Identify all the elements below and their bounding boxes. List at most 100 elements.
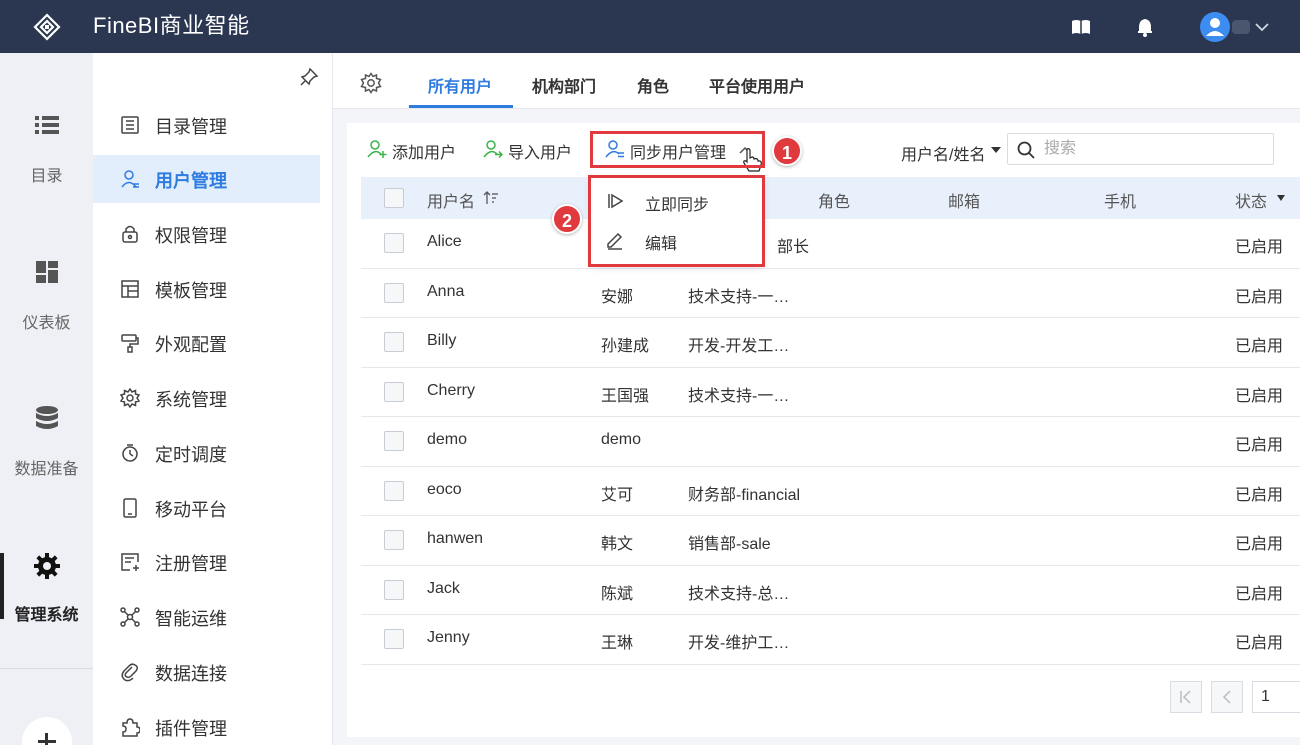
menu-item-directory[interactable]: 目录管理 bbox=[93, 101, 320, 149]
row-checkbox[interactable] bbox=[384, 282, 404, 303]
search-field-select[interactable]: 用户名/姓名 bbox=[901, 141, 985, 165]
menu-item-label: 外观配置 bbox=[155, 335, 227, 355]
lock-icon bbox=[122, 225, 138, 243]
menu-item-ops[interactable]: 智能运维 bbox=[93, 593, 320, 641]
row-checkbox[interactable] bbox=[384, 233, 404, 253]
settings-icon[interactable] bbox=[360, 72, 382, 94]
cell-username: eoco bbox=[427, 480, 462, 498]
table-row[interactable]: Alice 部长 已启用 bbox=[361, 219, 1300, 269]
cell-role: 部长 bbox=[777, 239, 810, 256]
row-checkbox[interactable] bbox=[384, 480, 404, 501]
cell-username: Jenny bbox=[427, 629, 470, 646]
table-row[interactable]: eoco 艾可 财务部-financial 已启用 bbox=[361, 466, 1300, 516]
paint-roller-icon bbox=[121, 334, 139, 353]
first-page-button[interactable] bbox=[1170, 681, 1202, 713]
table-row[interactable]: demo demo 已启用 bbox=[361, 417, 1300, 467]
timer-icon bbox=[122, 444, 138, 462]
row-checkbox[interactable] bbox=[384, 530, 404, 550]
cell-username: Billy bbox=[427, 332, 457, 349]
header-status[interactable]: 状态 bbox=[1235, 188, 1267, 212]
row-checkbox[interactable] bbox=[384, 381, 404, 402]
menu-item-label: 注册管理 bbox=[155, 554, 227, 574]
menu-item-permission[interactable]: 权限管理 bbox=[93, 210, 320, 258]
prev-page-button[interactable] bbox=[1211, 681, 1243, 713]
tab-roles[interactable]: 角色 bbox=[637, 73, 669, 97]
search-box[interactable] bbox=[1007, 133, 1274, 165]
table-row[interactable]: Jenny 王琳 开发-维护工… 已启用 bbox=[361, 615, 1300, 665]
table-row[interactable]: Anna 安娜 技术支持-一… 已启用 bbox=[361, 268, 1300, 318]
row-checkbox[interactable] bbox=[384, 332, 404, 352]
menu-item-user-management[interactable]: 用户管理 bbox=[93, 155, 320, 203]
admin-submenu: 目录管理 用户管理 权限管理 模板管理 外观配置 系统管理 定时调度 移动平台 … bbox=[93, 53, 333, 745]
menu-item-label: 模板管理 bbox=[155, 281, 227, 301]
cell-role: 开发-开发工… bbox=[688, 338, 790, 355]
menu-item-register[interactable]: 注册管理 bbox=[93, 538, 320, 586]
app-title: FineBI商业智能 bbox=[93, 13, 250, 38]
tab-all-users[interactable]: 所有用户 bbox=[428, 73, 492, 97]
rail-item-data-prep[interactable]: 数据准备 bbox=[0, 391, 93, 511]
cell-name: 韩文 bbox=[601, 536, 634, 553]
add-user-label: 添加用户 bbox=[392, 145, 457, 162]
sort-icon[interactable] bbox=[483, 190, 499, 206]
cell-username: Jack bbox=[427, 579, 460, 597]
rail-item-dashboard[interactable]: 仪表板 bbox=[0, 245, 93, 365]
cell-name: 安娜 bbox=[601, 288, 634, 306]
rail-label: 管理系统 bbox=[14, 607, 79, 624]
cell-name: 王国强 bbox=[601, 387, 650, 405]
user-avatar[interactable] bbox=[1200, 12, 1230, 42]
bell-icon[interactable] bbox=[1134, 16, 1156, 38]
menu-item-system[interactable]: 系统管理 bbox=[93, 374, 320, 422]
add-button[interactable] bbox=[22, 717, 72, 745]
pin-icon[interactable] bbox=[299, 67, 319, 87]
menu-item-appearance[interactable]: 外观配置 bbox=[93, 319, 320, 367]
table-row[interactable]: Billy 孙建成 开发-开发工… 已启用 bbox=[361, 318, 1300, 368]
chevron-left-icon bbox=[1222, 690, 1231, 704]
add-user-button[interactable]: 添加用户 bbox=[367, 139, 459, 162]
cell-role: 技术支持-一… bbox=[688, 387, 790, 405]
select-all-checkbox[interactable] bbox=[384, 188, 404, 208]
cell-role: 技术支持-一… bbox=[688, 288, 790, 306]
menu-item-label: 智能运维 bbox=[155, 609, 227, 629]
menu-item-template[interactable]: 模板管理 bbox=[93, 265, 320, 313]
import-user-button[interactable]: 导入用户 bbox=[483, 139, 575, 162]
cell-role: 开发-维护工… bbox=[688, 635, 790, 652]
row-checkbox[interactable] bbox=[384, 629, 404, 649]
search-icon bbox=[1017, 141, 1035, 159]
search-input[interactable] bbox=[1044, 138, 1264, 160]
puzzle-icon bbox=[122, 718, 140, 737]
menu-item-schedule[interactable]: 定时调度 bbox=[93, 429, 320, 477]
menu-item-label: 移动平台 bbox=[155, 500, 227, 520]
sync-button-highlight bbox=[590, 131, 765, 168]
menu-item-label: 权限管理 bbox=[155, 226, 227, 246]
cell-role: 财务部-financial bbox=[688, 486, 801, 504]
table-row[interactable]: Jack 陈斌 技术支持-总… 已启用 bbox=[361, 565, 1300, 615]
table-row[interactable]: hanwen 韩文 销售部-sale 已启用 bbox=[361, 516, 1300, 566]
chevron-down-icon[interactable] bbox=[1253, 18, 1271, 36]
header-username[interactable]: 用户名 bbox=[427, 188, 475, 212]
main-content: 所有用户 机构部门 角色 平台使用用户 添加用户 导入用户 同步用户管理 用户名… bbox=[333, 53, 1300, 745]
rail-label: 数据准备 bbox=[14, 461, 79, 478]
row-checkbox[interactable] bbox=[384, 431, 404, 451]
tab-platform-users[interactable]: 平台使用用户 bbox=[709, 73, 805, 97]
left-rail: 目录 仪表板 数据准备 管理系统 bbox=[0, 53, 93, 745]
cell-status: 已启用 bbox=[1235, 536, 1284, 553]
menu-item-data-connection[interactable]: 数据连接 bbox=[93, 648, 320, 696]
rail-item-admin[interactable]: 管理系统 bbox=[0, 538, 93, 658]
menu-item-mobile[interactable]: 移动平台 bbox=[93, 484, 320, 532]
cell-status: 已启用 bbox=[1235, 585, 1284, 603]
cell-status: 已启用 bbox=[1235, 486, 1284, 504]
rail-item-catalog[interactable]: 目录 bbox=[0, 98, 93, 218]
network-icon bbox=[120, 607, 140, 627]
tab-departments[interactable]: 机构部门 bbox=[532, 73, 596, 97]
gear-icon bbox=[34, 553, 60, 579]
menu-item-plugin[interactable]: 插件管理 bbox=[93, 703, 320, 745]
status-caret-icon[interactable] bbox=[1277, 195, 1285, 201]
row-checkbox[interactable] bbox=[384, 579, 404, 600]
import-user-label: 导入用户 bbox=[508, 145, 573, 162]
menu-item-label: 数据连接 bbox=[155, 664, 227, 684]
page-number-input[interactable]: 1 bbox=[1252, 681, 1300, 713]
book-icon[interactable] bbox=[1070, 16, 1092, 38]
table-row[interactable]: Cherry 王国强 技术支持-一… 已启用 bbox=[361, 367, 1300, 417]
template-icon bbox=[121, 280, 139, 298]
caret-down-icon[interactable] bbox=[991, 147, 1001, 153]
